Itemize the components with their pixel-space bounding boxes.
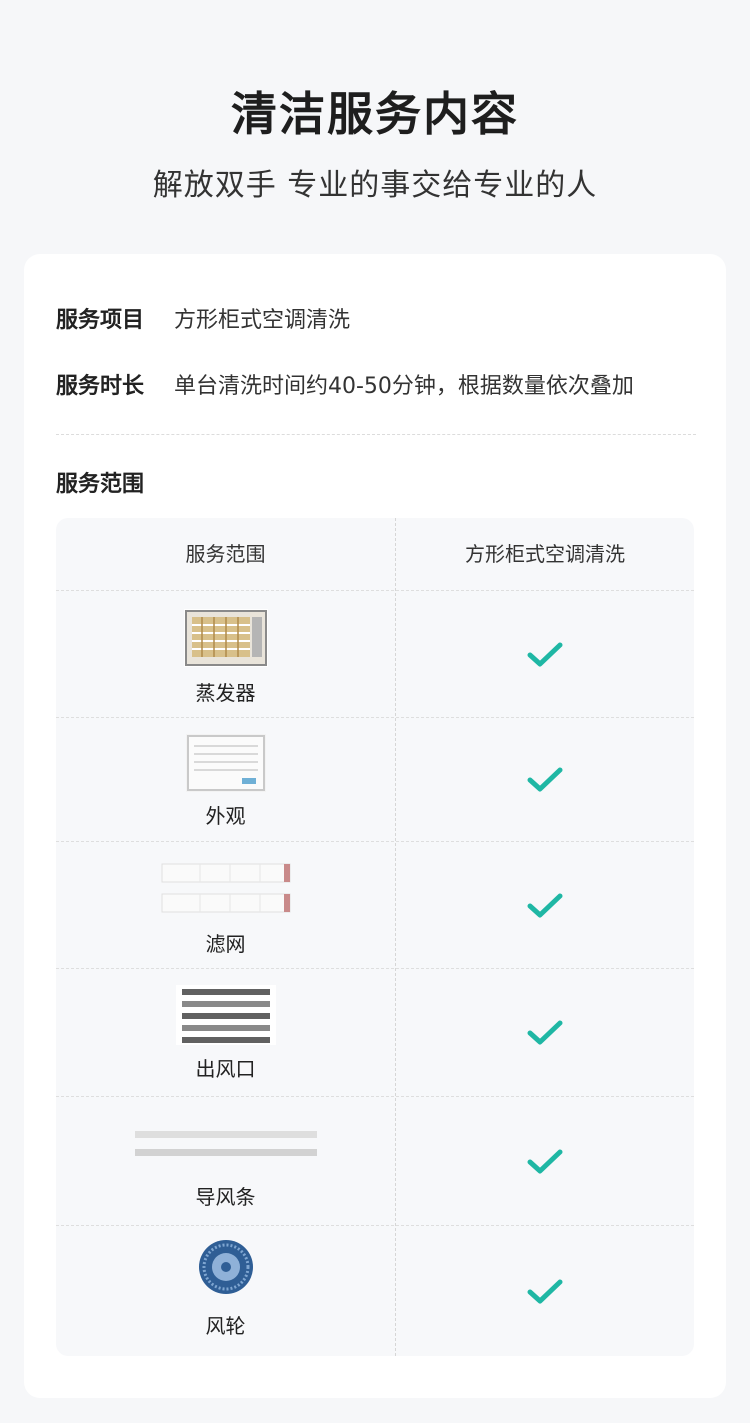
service-item-row: 服务项目 方形柜式空调清洗	[56, 302, 350, 334]
header-col-scope: 服务范围	[185, 542, 266, 566]
scope-item-cell: 导风条	[56, 1097, 395, 1226]
included-cell	[396, 969, 694, 1097]
scope-item-label: 滤网	[205, 932, 246, 956]
scope-item-cell: 出风口	[56, 969, 395, 1097]
table-header: 服务范围 方形柜式空调清洗	[56, 518, 694, 590]
service-duration-row: 服务时长 单台清洗时间约40-50分钟，根据数量依次叠加	[56, 368, 634, 400]
check-icon	[527, 1149, 563, 1173]
table-row: 外观	[56, 717, 694, 842]
scope-item-label: 外观	[205, 804, 246, 828]
service-card: 服务项目 方形柜式空调清洗 服务时长 单台清洗时间约40-50分钟，根据数量依次…	[24, 254, 726, 1398]
check-icon	[527, 642, 563, 666]
service-item-key: 服务项目	[56, 308, 145, 333]
louver-strip-image	[134, 1131, 317, 1156]
table-row: 导风条	[56, 1096, 694, 1226]
scope-item-label: 导风条	[195, 1185, 256, 1209]
scope-item-cell: 外观	[56, 718, 395, 842]
table-row: 出风口	[56, 968, 694, 1097]
check-icon	[527, 767, 563, 792]
table-row: 滤网	[56, 841, 694, 969]
check-icon	[527, 1020, 563, 1045]
check-icon	[527, 893, 563, 917]
included-cell	[396, 718, 694, 842]
divider	[56, 434, 696, 435]
check-icon	[527, 1279, 563, 1303]
duration-key: 服务时长	[56, 374, 145, 399]
scope-item-cell: 滤网	[56, 842, 395, 969]
filter-image	[161, 863, 290, 913]
scope-item-cell: 蒸发器	[56, 591, 395, 718]
scope-item-label: 蒸发器	[195, 681, 256, 705]
page-subtitle: 解放双手 专业的事交给专业的人	[152, 168, 598, 203]
scope-item-label: 风轮	[205, 1314, 246, 1338]
included-cell	[396, 591, 694, 718]
air-outlet-image	[175, 985, 276, 1045]
included-cell	[396, 1097, 694, 1226]
scope-table: 服务范围 方形柜式空调清洗 蒸发器 外观 滤网 出风口 导风条 风轮	[56, 518, 694, 1356]
cabinet-exterior-image	[185, 734, 266, 792]
page-title: 清洁服务内容	[231, 87, 519, 141]
scope-section-label: 服务范围	[56, 472, 145, 497]
scope-item-cell: 风轮	[56, 1226, 395, 1356]
header-col-service: 方形柜式空调清洗	[465, 542, 625, 566]
fan-wheel-image	[198, 1240, 253, 1294]
scope-item-label: 出风口	[195, 1057, 256, 1081]
service-item-value: 方形柜式空调清洗	[174, 308, 351, 333]
duration-value: 单台清洗时间约40-50分钟，根据数量依次叠加	[174, 374, 634, 399]
included-cell	[396, 1226, 694, 1356]
column-divider	[395, 518, 396, 1356]
evaporator-image	[183, 609, 268, 667]
table-row: 蒸发器	[56, 590, 694, 718]
included-cell	[396, 842, 694, 969]
table-row: 风轮	[56, 1225, 694, 1356]
